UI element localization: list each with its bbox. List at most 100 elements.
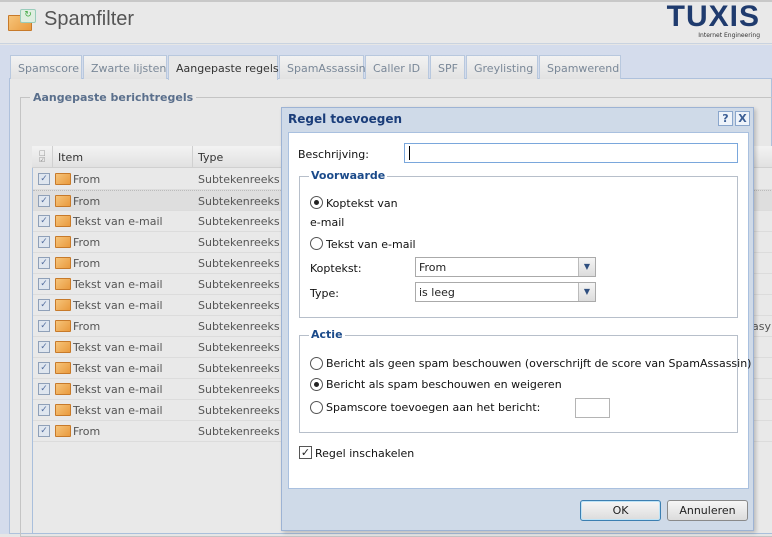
row-type: Subtekenreeks: [198, 215, 280, 228]
radio-header[interactable]: [310, 196, 323, 209]
row-enabled-checkbox[interactable]: ✓: [38, 236, 50, 248]
select-all-checkbox[interactable]: □ ☑: [39, 150, 46, 164]
radio-body-text-label[interactable]: Tekst van e-mail: [326, 238, 416, 251]
rule-envelope-icon: [55, 236, 71, 248]
row-type: Subtekenreeks: [198, 236, 280, 249]
close-button[interactable]: X: [735, 111, 750, 126]
row-item: Tekst van e-mail: [73, 215, 163, 228]
rule-envelope-icon: [55, 320, 71, 332]
radio-header-label-cont: e-mail: [310, 216, 345, 229]
score-input[interactable]: [575, 398, 610, 418]
rule-envelope-icon: [55, 425, 71, 437]
type-label: Type:: [310, 287, 339, 300]
row-type: Subtekenreeks: [198, 362, 280, 375]
row-enabled-checkbox[interactable]: ✓: [38, 404, 50, 416]
radio-add-score[interactable]: [310, 401, 323, 414]
dialog-title: Regel toevoegen: [288, 112, 402, 126]
text-caret: [409, 146, 410, 160]
radio-add-score-label[interactable]: Spamscore toevoegen aan het bericht:: [326, 401, 540, 414]
row-type: Subtekenreeks: [198, 320, 280, 333]
tab-zwarte-lijsten[interactable]: Zwarte lijsten: [83, 55, 167, 79]
description-label: Beschrijving:: [298, 148, 369, 161]
tab-spamscore[interactable]: Spamscore: [10, 55, 82, 79]
app-title: Spamfilter: [44, 8, 135, 30]
rule-envelope-icon: [55, 215, 71, 227]
tab-caller-id[interactable]: Caller ID: [365, 55, 429, 79]
rule-envelope-icon: [55, 383, 71, 395]
row-item: Tekst van e-mail: [73, 362, 163, 375]
row-item: From: [73, 257, 101, 270]
row-type: Subtekenreeks: [198, 195, 280, 208]
rule-envelope-icon: [55, 404, 71, 416]
action-legend: Actie: [309, 328, 345, 341]
spamfilter-logo-icon: ↻: [8, 9, 38, 31]
row-enabled-checkbox[interactable]: ✓: [38, 341, 50, 353]
radio-spam-reject[interactable]: [310, 378, 323, 391]
row-type: Subtekenreeks: [198, 257, 280, 270]
tab-spamassassin[interactable]: SpamAssassin: [279, 55, 366, 79]
radio-spam-reject-label[interactable]: Bericht als spam beschouwen en weigeren: [326, 378, 562, 391]
chevron-down-icon[interactable]: ▼: [578, 258, 595, 276]
row-item: Tekst van e-mail: [73, 383, 163, 396]
row-type: Subtekenreeks: [198, 404, 280, 417]
row-enabled-checkbox[interactable]: ✓: [38, 299, 50, 311]
rule-envelope-icon: [55, 341, 71, 353]
tab-aangepaste-regels[interactable]: Aangepaste regels: [168, 55, 279, 80]
header-select[interactable]: From ▼: [415, 257, 596, 277]
row-enabled-checkbox[interactable]: ✓: [38, 278, 50, 290]
row-enabled-checkbox[interactable]: ✓: [38, 362, 50, 374]
row-enabled-checkbox[interactable]: ✓: [38, 383, 50, 395]
enable-rule-checkbox[interactable]: ✓: [299, 446, 312, 459]
row-item: Tekst van e-mail: [73, 278, 163, 291]
row-type: Subtekenreeks: [198, 425, 280, 438]
row-item: Tekst van e-mail: [73, 341, 163, 354]
rule-envelope-icon: [55, 299, 71, 311]
radio-body-text[interactable]: [310, 237, 323, 250]
rule-envelope-icon: [55, 278, 71, 290]
row-item: Tekst van e-mail: [73, 299, 163, 312]
tab-greylisting[interactable]: Greylisting: [466, 55, 538, 79]
header-label: Koptekst:: [310, 262, 362, 275]
condition-legend: Voorwaarde: [309, 169, 388, 182]
row-item: Tekst van e-mail: [73, 404, 163, 417]
row-enabled-checkbox[interactable]: ✓: [38, 173, 50, 185]
column-header-item[interactable]: Item: [58, 151, 83, 164]
row-enabled-checkbox[interactable]: ✓: [38, 195, 50, 207]
type-select[interactable]: is leeg ▼: [415, 282, 596, 302]
ok-button[interactable]: OK: [580, 500, 661, 521]
row-enabled-checkbox[interactable]: ✓: [38, 320, 50, 332]
row-type: Subtekenreeks: [198, 173, 280, 186]
radio-no-spam[interactable]: [310, 357, 323, 370]
rules-fieldset-legend: Aangepaste berichtregels: [30, 91, 197, 104]
enable-rule-label[interactable]: Regel inschakelen: [315, 447, 414, 460]
column-header-type[interactable]: Type: [198, 151, 223, 164]
row-item: From: [73, 320, 101, 333]
row-type: Subtekenreeks: [198, 341, 280, 354]
row-item: From: [73, 236, 101, 249]
rule-envelope-icon: [55, 362, 71, 374]
row-type: Subtekenreeks: [198, 299, 280, 312]
cancel-button[interactable]: Annuleren: [667, 500, 748, 521]
row-enabled-checkbox[interactable]: ✓: [38, 215, 50, 227]
rule-envelope-icon: [55, 257, 71, 269]
row-type: Subtekenreeks: [198, 383, 280, 396]
radio-header-label[interactable]: Koptekst van: [326, 197, 398, 210]
chevron-down-icon[interactable]: ▼: [578, 283, 595, 301]
type-select-value: is leeg: [419, 286, 455, 299]
radio-no-spam-label[interactable]: Bericht als geen spam beschouwen (oversc…: [326, 357, 751, 370]
tab-spamwerend[interactable]: Spamwerend: [539, 55, 621, 79]
row-enabled-checkbox[interactable]: ✓: [38, 425, 50, 437]
row-item: From: [73, 195, 101, 208]
row-type: Subtekenreeks: [198, 278, 280, 291]
tab-spf[interactable]: SPF: [430, 55, 465, 79]
clipped-cell-text: asy: [752, 320, 771, 333]
description-input[interactable]: [404, 143, 738, 163]
tuxis-logo: TUXIS Internet Engineering: [666, 0, 760, 40]
header-select-value: From: [419, 261, 447, 274]
row-item: From: [73, 425, 101, 438]
help-button[interactable]: ?: [718, 111, 733, 126]
rule-envelope-icon: [55, 195, 71, 207]
rule-envelope-icon: [55, 173, 71, 185]
row-enabled-checkbox[interactable]: ✓: [38, 257, 50, 269]
row-item: From: [73, 173, 101, 186]
